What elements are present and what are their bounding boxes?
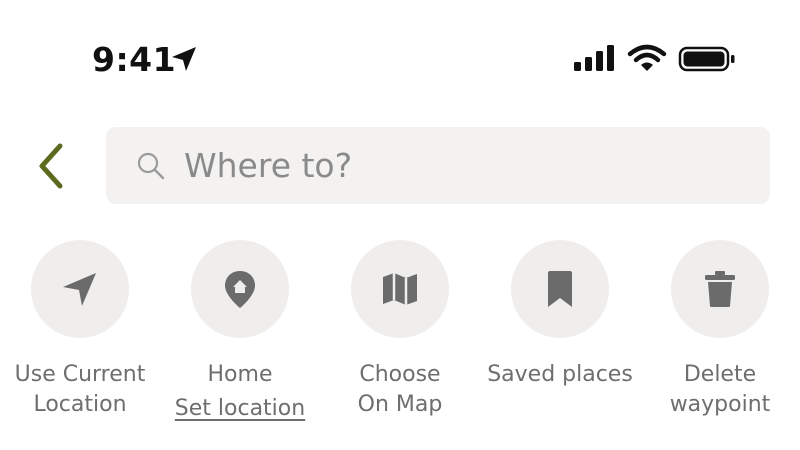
action-label-line2: waypoint [669,392,771,417]
map-icon [383,273,417,305]
set-location-link[interactable]: Set location [175,394,305,424]
action-label-line1: Delete [683,362,757,387]
action-label-line1: Use Current [14,362,146,387]
signal-icon [574,45,614,71]
search-icon [137,152,165,180]
bookmark-icon [548,271,572,307]
action-label-line1: Saved places [487,362,633,387]
chevron-left-icon [39,143,63,189]
action-circle[interactable] [191,240,289,338]
action-label: Saved places [480,360,640,390]
location-arrow-icon [172,47,196,71]
search-input[interactable]: Where to? [106,127,770,204]
action-label: Use Current Location [0,360,160,420]
action-label: Choose On Map [320,360,480,420]
trash-icon [705,271,735,307]
home-pin-icon [225,271,255,308]
action-circle[interactable] [511,240,609,338]
status-time: 9:41 [92,40,177,79]
saved-places-button[interactable]: Saved places [480,240,640,440]
battery-icon [678,46,735,72]
action-label: Delete waypoint [640,360,800,420]
action-circle[interactable] [671,240,769,338]
choose-on-map-button[interactable]: Choose On Map [320,240,480,440]
action-label-line2: On Map [357,392,443,417]
delete-waypoint-button[interactable]: Delete waypoint [640,240,800,440]
wifi-icon [627,44,667,71]
navigation-arrow-icon [63,273,96,306]
home-button[interactable]: Home Set location [160,240,320,440]
action-label-line2: Location [33,392,127,417]
status-bar: 9:41 [0,0,800,110]
back-button[interactable] [30,140,74,192]
search-placeholder: Where to? [184,146,353,185]
use-current-location-button[interactable]: Use Current Location [0,240,160,440]
action-label: Home Set location [160,360,320,424]
action-circle[interactable] [351,240,449,338]
action-label-line1: Choose [359,362,441,387]
action-circle[interactable] [31,240,129,338]
action-label-line1: Home [207,362,273,387]
